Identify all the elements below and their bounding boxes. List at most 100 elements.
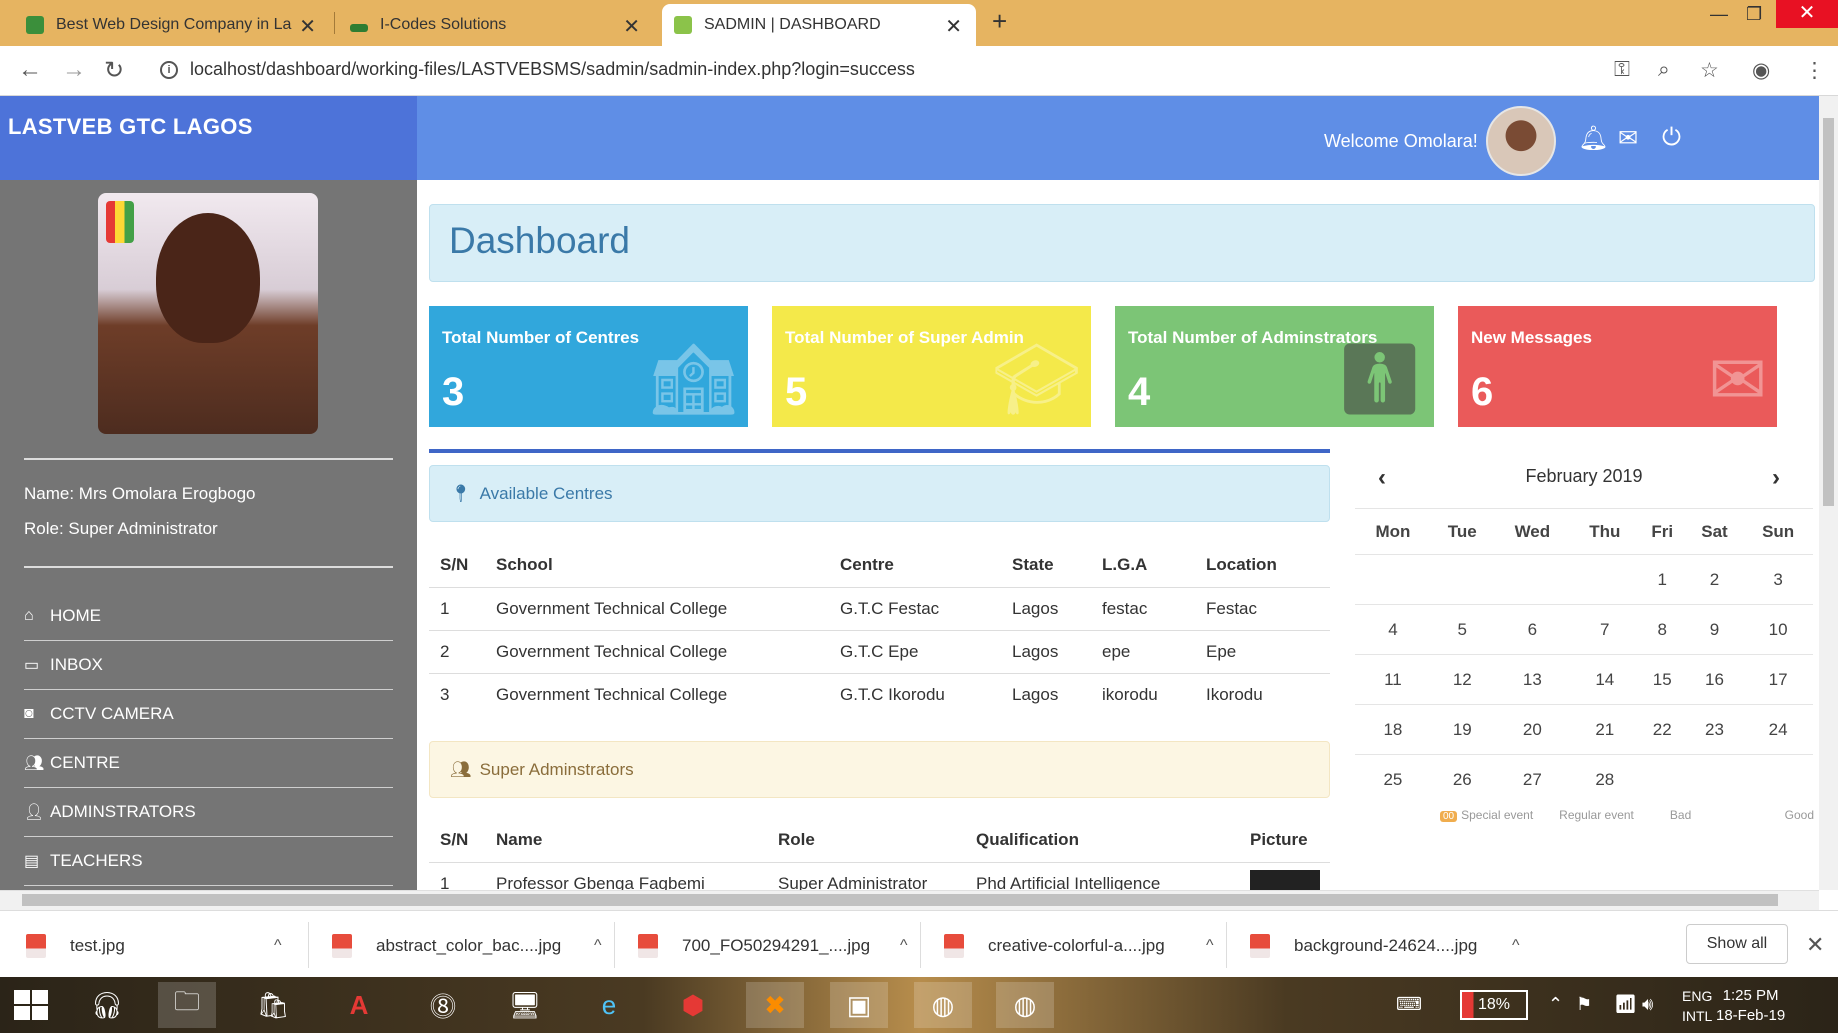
- table-row[interactable]: 2 Government Technical College G.T.C Epe…: [429, 629, 1330, 673]
- sidebar-item-inbox[interactable]: ▭ INBOX: [24, 641, 393, 690]
- card-total-adminstrators[interactable]: Total Number of Adminstrators 4 🚹︎: [1115, 306, 1434, 427]
- restore-icon[interactable]: ❐: [1746, 4, 1762, 25]
- forward-icon[interactable]: →: [62, 56, 86, 84]
- download-item[interactable]: background-24624....jpg ^: [1250, 928, 1520, 964]
- tab-icodes[interactable]: I-Codes Solutions ✕: [338, 4, 654, 46]
- sidebar-item-cctv[interactable]: ◙ CCTV CAMERA: [24, 690, 393, 739]
- download-item[interactable]: abstract_color_bac....jpg ^: [332, 928, 602, 964]
- flag-icon[interactable]: ⚑: [1576, 994, 1592, 1015]
- horizontal-scroll-thumb[interactable]: [22, 894, 1778, 906]
- tab-close-icon[interactable]: ✕: [623, 14, 640, 39]
- battery-indicator[interactable]: 18%: [1460, 990, 1528, 1020]
- brand-title[interactable]: LASTVEB GTC LAGOS: [8, 114, 253, 140]
- tab-close-icon[interactable]: ✕: [299, 14, 316, 39]
- card-total-super-admin[interactable]: Total Number of Super Admin 5 🎓︎: [772, 306, 1091, 427]
- calendar-day[interactable]: 24: [1743, 704, 1813, 755]
- calendar-day[interactable]: 18: [1355, 704, 1431, 755]
- windows-start-icon[interactable]: [14, 990, 50, 1022]
- headphones-app-icon[interactable]: 🎧︎: [78, 982, 136, 1028]
- zoom-icon[interactable]: ⌕: [1658, 58, 1670, 82]
- calendar-day[interactable]: 4: [1355, 604, 1431, 655]
- calendar-day[interactable]: 23: [1685, 704, 1744, 755]
- calendar-day[interactable]: 26: [1430, 754, 1494, 805]
- calendar-day[interactable]: 16: [1685, 654, 1744, 705]
- adobe-icon[interactable]: A: [330, 982, 388, 1028]
- info-icon[interactable]: i: [160, 61, 178, 79]
- card-total-centres[interactable]: Total Number of Centres 3 🏫︎: [429, 306, 748, 427]
- reload-icon[interactable]: ↻: [104, 56, 124, 85]
- monitor-icon[interactable]: 🖥︎: [496, 982, 554, 1028]
- calendar-day[interactable]: 10: [1743, 604, 1813, 655]
- next-month-icon[interactable]: ›: [1772, 464, 1780, 492]
- chrome-icon[interactable]: ◍: [996, 982, 1054, 1028]
- calendar-day[interactable]: 7: [1570, 604, 1639, 655]
- sidebar-item-adminstrators[interactable]: 👤︎ ADMINSTRATORS: [24, 788, 393, 837]
- store-icon[interactable]: 🛍︎: [244, 982, 302, 1028]
- chevron-up-icon[interactable]: ^: [1206, 937, 1214, 955]
- calendar-day[interactable]: 27: [1493, 754, 1571, 805]
- calendar-day[interactable]: 11: [1355, 654, 1431, 705]
- clock[interactable]: 1:25 PM 18-Feb-19: [1716, 986, 1785, 1026]
- calendar-day[interactable]: 17: [1743, 654, 1813, 705]
- tab-best-web-design[interactable]: Best Web Design Company in La ✕: [14, 4, 330, 46]
- xampp-icon[interactable]: ✖: [746, 982, 804, 1028]
- calendar-day[interactable]: 25: [1355, 754, 1431, 805]
- back-icon[interactable]: ←: [18, 56, 42, 84]
- table-row[interactable]: 3 Government Technical College G.T.C Iko…: [429, 672, 1330, 716]
- sidebar-item-teachers[interactable]: ▤ TEACHERS: [24, 837, 393, 886]
- chevron-up-icon[interactable]: ⌃: [1548, 994, 1563, 1015]
- calendar-day[interactable]: 20: [1493, 704, 1571, 755]
- calendar-day[interactable]: 9: [1685, 604, 1744, 655]
- url-field[interactable]: localhost/dashboard/working-files/LASTVE…: [190, 59, 915, 80]
- close-downloads-icon[interactable]: ✕: [1806, 932, 1824, 958]
- download-item[interactable]: 700_FO50294291_....jpg ^: [638, 928, 908, 964]
- calendar-day[interactable]: 5: [1430, 604, 1494, 655]
- calendar-day[interactable]: 2: [1685, 554, 1744, 605]
- calendar-day[interactable]: 28: [1570, 754, 1639, 805]
- keyboard-icon[interactable]: ⌨: [1396, 994, 1422, 1015]
- box-app-icon[interactable]: ⬢: [664, 982, 722, 1028]
- minimize-icon[interactable]: —: [1710, 4, 1728, 25]
- calendar-day[interactable]: 22: [1638, 704, 1686, 755]
- editor-app-icon[interactable]: ▣: [830, 982, 888, 1028]
- chevron-up-icon[interactable]: ^: [1512, 937, 1520, 955]
- account-icon[interactable]: ◉: [1752, 58, 1770, 83]
- calendar-day[interactable]: 15: [1638, 654, 1686, 705]
- calendar-day[interactable]: 1: [1638, 554, 1686, 605]
- internet-explorer-icon[interactable]: e: [580, 982, 638, 1028]
- new-tab-button[interactable]: +: [992, 6, 1007, 37]
- calendar-day[interactable]: 14: [1570, 654, 1639, 705]
- file-explorer-icon[interactable]: 🗀: [158, 982, 216, 1028]
- download-item[interactable]: test.jpg ^: [26, 928, 282, 964]
- show-all-button[interactable]: Show all: [1686, 924, 1788, 964]
- chevron-up-icon[interactable]: ^: [274, 937, 282, 955]
- envelope-icon[interactable]: ✉: [1618, 124, 1638, 153]
- calendar-day[interactable]: 13: [1493, 654, 1571, 705]
- power-icon[interactable]: ⏻: [1662, 124, 1681, 152]
- chevron-up-icon[interactable]: ^: [900, 937, 908, 955]
- sidebar-item-centre[interactable]: 👥︎ CENTRE: [24, 739, 393, 788]
- calendar-day[interactable]: 8: [1638, 604, 1686, 655]
- network-icon[interactable]: 📶︎: [1614, 994, 1637, 1015]
- calendar-day[interactable]: 3: [1743, 554, 1813, 605]
- bell-icon[interactable]: 🔔︎: [1578, 124, 1608, 153]
- window-close-icon[interactable]: ✕: [1776, 0, 1838, 28]
- avatar[interactable]: [1486, 106, 1556, 176]
- volume-icon[interactable]: 🔊︎: [1642, 994, 1653, 1015]
- calendar-day[interactable]: 19: [1430, 704, 1494, 755]
- calendar-day[interactable]: 21: [1570, 704, 1639, 755]
- download-item[interactable]: creative-colorful-a....jpg ^: [944, 928, 1214, 964]
- tab-sadmin-dashboard[interactable]: SADMIN | DASHBOARD ✕: [662, 4, 976, 46]
- menu-icon[interactable]: ⋮: [1804, 58, 1825, 83]
- calendar-day[interactable]: 6: [1493, 604, 1571, 655]
- bookmark-star-icon[interactable]: ☆: [1700, 58, 1719, 83]
- key-icon[interactable]: ⚿: [1614, 58, 1630, 82]
- tab-close-icon[interactable]: ✕: [945, 14, 962, 39]
- app-80-icon[interactable]: ⓼: [414, 982, 472, 1028]
- chevron-up-icon[interactable]: ^: [594, 937, 602, 955]
- vertical-scroll-thumb[interactable]: [1823, 118, 1834, 506]
- calendar-day[interactable]: 12: [1430, 654, 1494, 705]
- sidebar-item-home[interactable]: ⌂ HOME: [24, 592, 393, 641]
- chrome-icon[interactable]: ◍: [914, 982, 972, 1028]
- card-new-messages[interactable]: New Messages 6 ✉: [1458, 306, 1777, 427]
